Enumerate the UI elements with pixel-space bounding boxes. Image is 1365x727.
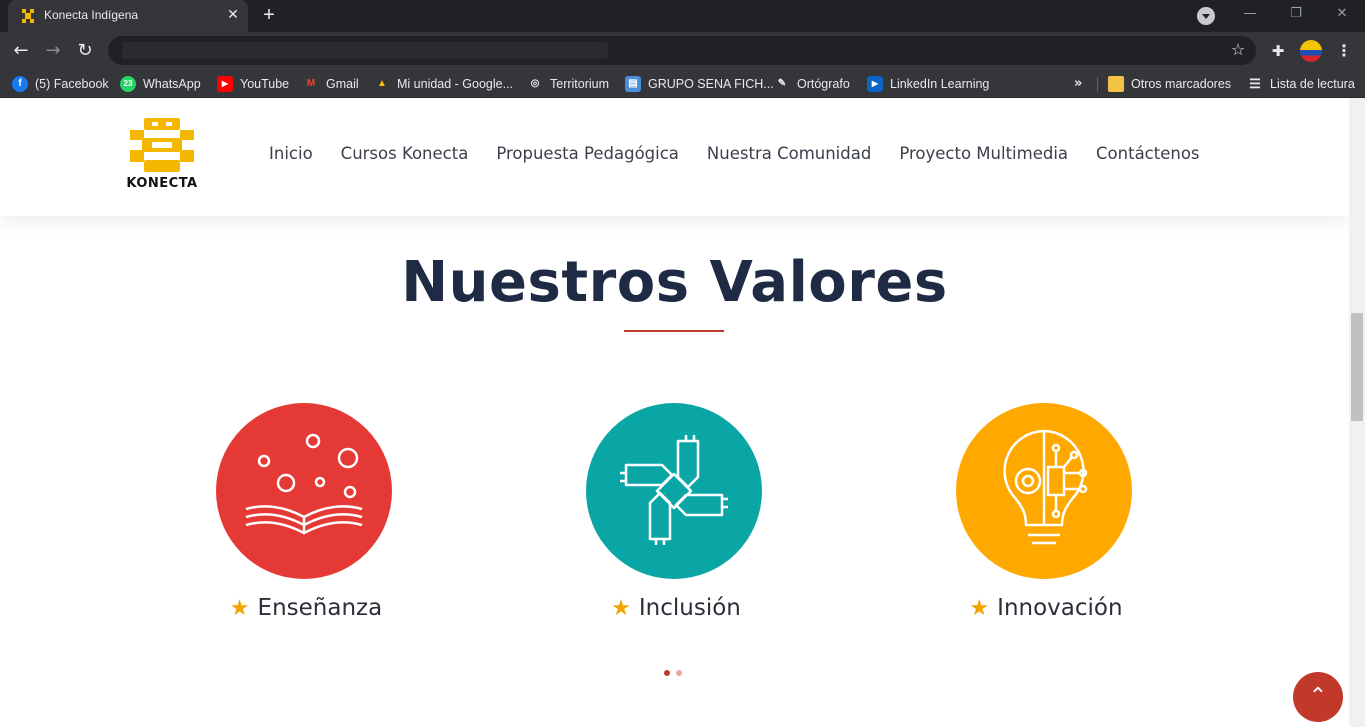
value-card-inclusion: ★ Inclusión xyxy=(536,403,816,633)
browser-toolbar: ← → ↻ ☆ ✚ ⋮ xyxy=(0,32,1365,69)
logo-wordmark: KONECTA xyxy=(126,176,198,191)
bookmark-territorium[interactable]: ◎ Territorium xyxy=(527,74,609,94)
reload-icon[interactable]: ↻ xyxy=(74,40,96,62)
close-window-button[interactable]: ✕ xyxy=(1330,4,1354,24)
bookmark-gmail[interactable]: M Gmail xyxy=(303,74,359,94)
section-title: Nuestros Valores xyxy=(401,250,948,315)
carousel-dot[interactable] xyxy=(676,670,682,676)
bookmark-label: Territorium xyxy=(550,77,610,91)
bookmark-ortografo[interactable]: ✎ Ortógrafo xyxy=(774,74,850,94)
bookmark-label: YouTube xyxy=(240,77,290,91)
scrollbar-thumb[interactable] xyxy=(1351,313,1363,421)
bookmark-label: Gmail xyxy=(326,77,359,91)
bookmark-facebook[interactable]: f (5) Facebook xyxy=(12,74,109,94)
reading-list-button[interactable]: ☰ Lista de lectura xyxy=(1247,74,1355,94)
linkedin-learning-icon: ▶ xyxy=(867,76,883,92)
value-card-innovacion: ★ Innovación xyxy=(906,403,1186,633)
bookmark-label: Mi unidad - Google... xyxy=(397,77,514,91)
value-label-innovacion: ★ Innovación xyxy=(906,595,1186,621)
new-tab-button[interactable]: + xyxy=(258,4,280,26)
tab-close-icon[interactable]: ✕ xyxy=(224,6,242,24)
bookmark-youtube[interactable]: ▶ YouTube xyxy=(217,74,289,94)
star-icon: ★ xyxy=(229,596,250,621)
territorium-icon: ◎ xyxy=(527,76,543,92)
extensions-puzzle-icon[interactable]: ✚ xyxy=(1268,41,1288,61)
browser-tab-bar: Konecta Indígena ✕ + — ❐ ✕ xyxy=(0,0,1365,32)
facebook-icon: f xyxy=(12,76,28,92)
value-card-ensenanza: ★ Enseñanza xyxy=(166,403,446,633)
tab-title: Konecta Indígena xyxy=(44,8,139,22)
bookmark-label: WhatsApp xyxy=(143,77,201,91)
open-book-icon xyxy=(216,403,392,579)
carousel-dot-active[interactable] xyxy=(664,670,670,676)
page-scrollbar[interactable] xyxy=(1349,98,1365,727)
value-label-inclusion: ★ Inclusión xyxy=(536,595,816,621)
value-label-text: Inclusión xyxy=(638,595,741,621)
nav-proyecto-multimedia[interactable]: Proyecto Multimedia xyxy=(899,144,1068,163)
bookmarks-more-chevron-icon[interactable]: » xyxy=(1074,74,1082,94)
nav-nuestra-comunidad[interactable]: Nuestra Comunidad xyxy=(707,144,871,163)
nav-inicio[interactable]: Inicio xyxy=(269,144,313,163)
bookmark-label: GRUPO SENA FICH... xyxy=(648,77,774,91)
browser-menu-icon[interactable]: ⋮ xyxy=(1334,40,1354,62)
ortografo-icon: ✎ xyxy=(774,76,790,92)
value-label-ensenanza: ★ Enseñanza xyxy=(166,595,446,621)
restore-button[interactable]: ❐ xyxy=(1284,4,1308,24)
back-to-top-button[interactable]: ⌃ xyxy=(1293,672,1343,722)
bookmark-label: (5) Facebook xyxy=(35,77,109,91)
browser-tab-active[interactable]: Konecta Indígena ✕ xyxy=(8,0,248,32)
folder-icon xyxy=(1108,76,1124,92)
nav-propuesta-pedagogica[interactable]: Propuesta Pedagógica xyxy=(496,144,679,163)
whatsapp-icon: 23 xyxy=(120,76,136,92)
tab-search-icon[interactable] xyxy=(1197,7,1215,25)
reading-list-label: Lista de lectura xyxy=(1270,77,1355,91)
minimize-button[interactable]: — xyxy=(1238,4,1262,24)
bookmark-label: LinkedIn Learning xyxy=(890,77,990,91)
konecta-logo[interactable]: KONECTA xyxy=(122,116,202,194)
konecta-favicon-icon xyxy=(22,9,34,23)
title-underline xyxy=(624,330,724,332)
bookmarks-bar: f (5) Facebook 23 WhatsApp ▶ YouTube M G… xyxy=(0,69,1365,98)
forward-arrow-icon[interactable]: → xyxy=(42,40,64,62)
main-nav: Inicio Cursos Konecta Propuesta Pedagógi… xyxy=(269,144,1200,163)
nav-contactenos[interactable]: Contáctenos xyxy=(1096,144,1200,163)
bookmark-whatsapp[interactable]: 23 WhatsApp xyxy=(120,74,201,94)
bookmark-other-folder[interactable]: Otros marcadores xyxy=(1108,74,1231,94)
bookmarks-divider xyxy=(1097,77,1098,92)
address-bar-url[interactable] xyxy=(122,42,608,59)
bookmark-google-drive[interactable]: ▲ Mi unidad - Google... xyxy=(374,74,513,94)
joined-hands-icon xyxy=(586,403,762,579)
page-viewport: KONECTA Inicio Cursos Konecta Propuesta … xyxy=(0,98,1349,727)
bookmark-label: Ortógrafo xyxy=(797,77,850,91)
sena-icon: ▤ xyxy=(625,76,641,92)
star-icon: ★ xyxy=(969,596,990,621)
nav-cursos-konecta[interactable]: Cursos Konecta xyxy=(341,144,469,163)
bookmark-label: Otros marcadores xyxy=(1131,77,1232,91)
gmail-icon: M xyxy=(303,76,319,92)
value-label-text: Enseñanza xyxy=(257,595,383,621)
value-label-text: Innovación xyxy=(997,595,1123,621)
bookmark-grupo-sena[interactable]: ▤ GRUPO SENA FICH... xyxy=(625,74,774,94)
bookmark-star-icon[interactable]: ☆ xyxy=(1228,40,1248,60)
konecta-logo-icon xyxy=(130,118,194,172)
chevron-up-icon: ⌃ xyxy=(1308,684,1328,709)
lightbulb-circuit-icon xyxy=(956,403,1132,579)
profile-avatar[interactable] xyxy=(1300,40,1322,62)
bookmark-linkedin-learning[interactable]: ▶ LinkedIn Learning xyxy=(867,74,989,94)
youtube-icon: ▶ xyxy=(217,76,233,92)
star-icon: ★ xyxy=(611,596,631,621)
site-header: KONECTA Inicio Cursos Konecta Propuesta … xyxy=(0,98,1349,216)
google-drive-icon: ▲ xyxy=(374,76,390,92)
back-arrow-icon[interactable]: ← xyxy=(10,40,32,62)
carousel-dots xyxy=(664,670,682,676)
reading-list-icon: ☰ xyxy=(1247,76,1263,92)
address-bar[interactable] xyxy=(108,36,1256,65)
